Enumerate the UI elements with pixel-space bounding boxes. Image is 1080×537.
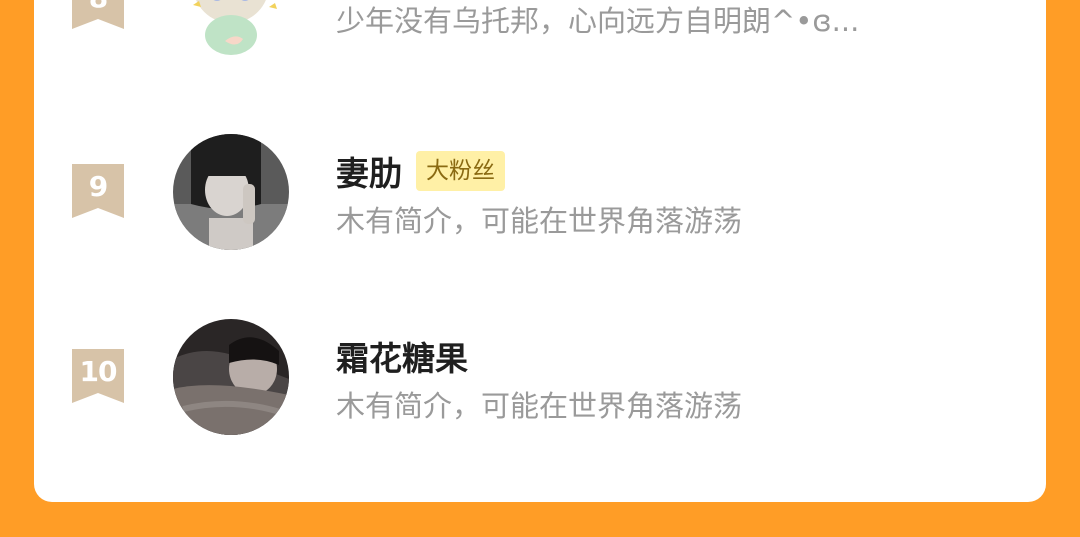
user-name[interactable]: 妻肋 xyxy=(336,147,402,195)
fan-ranking-card: 8 少年没有乌托邦，心向远方自明朗^•ɞ... 9 xyxy=(34,0,1046,502)
name-line: 妻肋 大粉丝 xyxy=(336,149,505,193)
bio-text: 少年没有乌托邦，心向远方自明朗^•ɞ... xyxy=(336,4,860,38)
user-name[interactable]: 霜花糖果 xyxy=(336,332,468,380)
avatar[interactable] xyxy=(173,134,289,250)
avatar[interactable] xyxy=(173,0,289,61)
bio-text: 木有简介，可能在世界角落游荡 xyxy=(336,389,743,423)
rank-number: 10 xyxy=(79,355,118,388)
rank-marker: 10 xyxy=(72,349,124,403)
rank-marker: 8 xyxy=(72,0,124,29)
list-item[interactable]: 9 妻肋 大粉丝 木有简介，可能在世界角落游荡 xyxy=(34,132,1046,272)
rank-number: 8 xyxy=(72,0,124,14)
list-item[interactable]: 10 霜花糖果 木有简介，可能在世界角落游荡 xyxy=(34,317,1046,457)
anime-avatar-image xyxy=(173,0,289,61)
avatar[interactable] xyxy=(173,319,289,435)
user-avatar-image xyxy=(173,134,289,250)
list-item[interactable]: 8 少年没有乌托邦，心向远方自明朗^•ɞ... xyxy=(34,0,1046,85)
rank-marker: 9 xyxy=(72,164,124,218)
bio-text: 木有简介，可能在世界角落游荡 xyxy=(336,204,743,238)
name-line: 霜花糖果 xyxy=(336,334,468,378)
rank-number: 9 xyxy=(88,170,108,203)
fan-level-badge: 大粉丝 xyxy=(416,151,505,191)
user-avatar-image xyxy=(173,319,289,435)
